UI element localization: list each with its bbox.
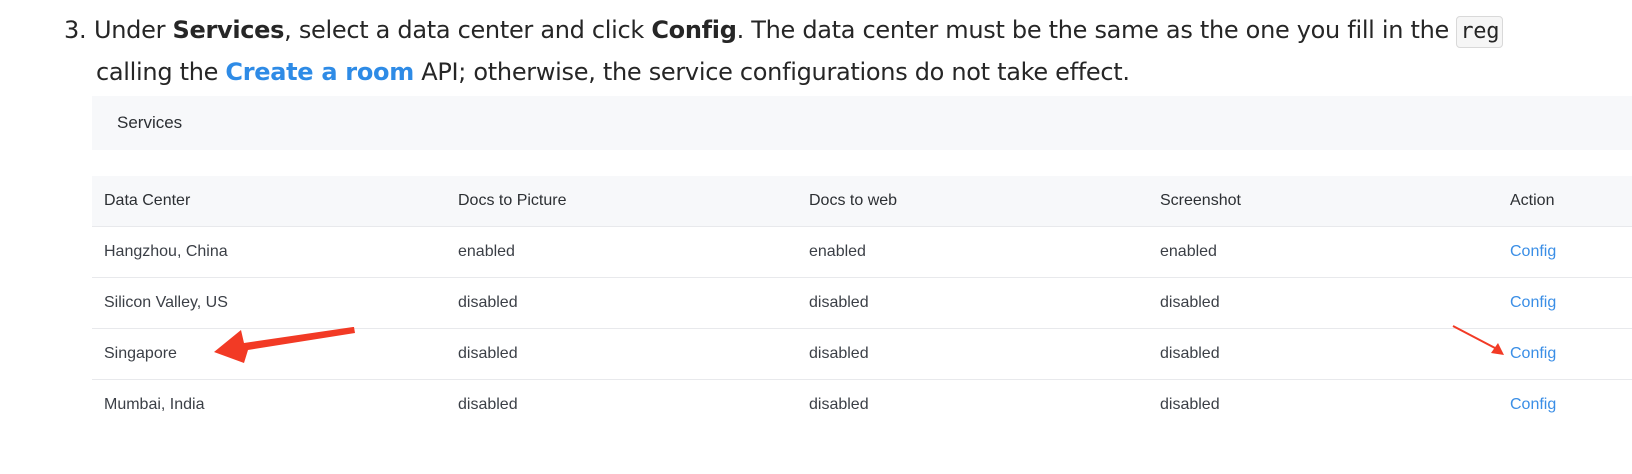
services-bold: Services xyxy=(172,16,285,44)
data-center-cell: Mumbai, India xyxy=(104,396,205,413)
step-text: calling the xyxy=(96,58,226,86)
column-header-docs-to-web: Docs to web xyxy=(809,192,898,209)
step-text: Under xyxy=(94,16,173,44)
config-link[interactable]: Config xyxy=(1510,380,1556,430)
services-header: Services xyxy=(92,96,1632,150)
docs-to-picture-cell: disabled xyxy=(458,396,518,413)
step-3-paragraph: 3. Under Services, select a data center a… xyxy=(0,0,1632,96)
create-a-room-link[interactable]: Create a room xyxy=(225,58,414,86)
step-text: , select a data center and click xyxy=(284,16,652,44)
column-header-docs-to-picture: Docs to Picture xyxy=(458,192,567,209)
config-link[interactable]: Config xyxy=(1510,278,1556,328)
table-row: Mumbai, India disabled disabled disabled… xyxy=(92,380,1632,430)
table-header: Data Center Docs to Picture Docs to web … xyxy=(92,176,1632,227)
column-header-data-center: Data Center xyxy=(104,192,191,209)
table-row: Singapore disabled disabled disabled Con… xyxy=(92,329,1632,380)
docs-to-web-cell: disabled xyxy=(809,294,869,311)
docs-to-picture-cell: enabled xyxy=(458,243,515,260)
docs-to-picture-cell: disabled xyxy=(458,294,518,311)
inline-code: reg xyxy=(1456,16,1504,48)
config-link[interactable]: Config xyxy=(1510,227,1556,277)
config-link[interactable]: Config xyxy=(1510,329,1556,379)
step-text: . The data center must be the same as th… xyxy=(736,16,1457,44)
step-number: 3. xyxy=(64,16,87,44)
docs-to-web-cell: disabled xyxy=(809,345,869,362)
services-screenshot: Services Data Center Docs to Picture Doc… xyxy=(92,96,1632,474)
data-center-cell: Hangzhou, China xyxy=(104,243,228,260)
screenshot-cell: disabled xyxy=(1160,345,1220,362)
screenshot-cell: enabled xyxy=(1160,243,1217,260)
step-line-1: 3. Under Services, select a data center a… xyxy=(64,16,1504,48)
services-title: Services xyxy=(117,113,183,132)
docs-to-picture-cell: disabled xyxy=(458,345,518,362)
services-table: Data Center Docs to Picture Docs to web … xyxy=(92,176,1632,430)
step-text: API; otherwise, the service configuratio… xyxy=(413,58,1130,86)
data-center-cell: Silicon Valley, US xyxy=(104,294,228,311)
table-row: Hangzhou, China enabled enabled enabled … xyxy=(92,227,1632,278)
screenshot-cell: disabled xyxy=(1160,396,1220,413)
screenshot-cell: disabled xyxy=(1160,294,1220,311)
table-row: Silicon Valley, US disabled disabled dis… xyxy=(92,278,1632,329)
data-center-cell: Singapore xyxy=(104,345,177,362)
docs-to-web-cell: disabled xyxy=(809,396,869,413)
column-header-screenshot: Screenshot xyxy=(1160,192,1241,209)
config-bold: Config xyxy=(651,16,737,44)
column-header-action: Action xyxy=(1510,192,1555,209)
docs-to-web-cell: enabled xyxy=(809,243,866,260)
step-line-2: calling the Create a room API; otherwise… xyxy=(96,58,1130,86)
